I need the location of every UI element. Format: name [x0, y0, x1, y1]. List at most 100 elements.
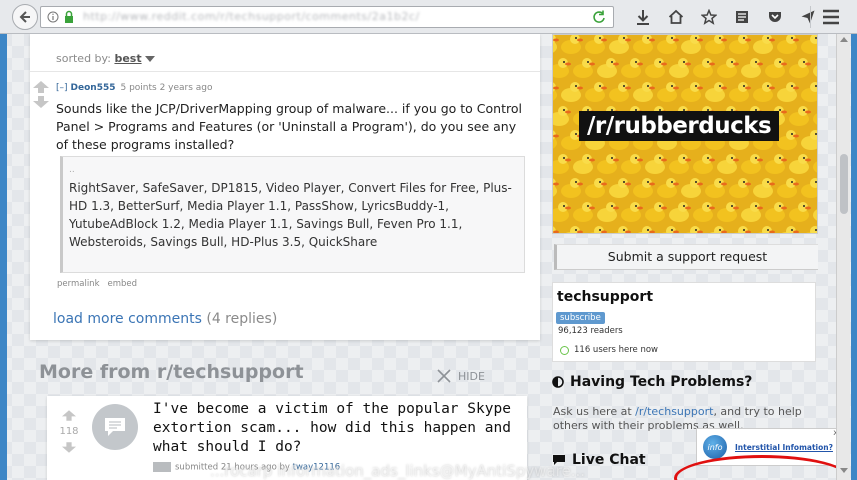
- duck-beak: [781, 62, 787, 66]
- duck-beak: [613, 206, 619, 210]
- duck-beak: [553, 182, 559, 186]
- duck-eye: [695, 85, 697, 87]
- reload-icon[interactable]: [591, 9, 607, 25]
- duck-eye: [719, 85, 721, 87]
- divider: [30, 71, 540, 72]
- upvote-icon[interactable]: [33, 81, 49, 93]
- duck-eye: [767, 229, 769, 231]
- post-score: 118: [59, 426, 79, 437]
- comments-card: sorted by: best [–] Deon555 5 points 2 yea…: [30, 34, 540, 340]
- duck-eye: [611, 157, 613, 159]
- duck-eye: [587, 205, 589, 207]
- duck-beak: [733, 206, 739, 210]
- chat-bubble-icon: [553, 455, 565, 465]
- duck-eye: [563, 61, 565, 63]
- sort-value[interactable]: best: [114, 52, 141, 65]
- duck-eye: [755, 61, 757, 63]
- quote-mark: ..: [69, 165, 75, 175]
- chevron-down-icon[interactable]: [144, 56, 155, 62]
- embed-link[interactable]: embed: [108, 279, 138, 289]
- duck-eye: [731, 157, 733, 159]
- post-title[interactable]: I've become a victim of the popular Skyp…: [153, 400, 523, 457]
- online-count: 116 users here now: [560, 345, 658, 355]
- duck-beak: [817, 231, 818, 234]
- duck-eye: [767, 85, 769, 87]
- home-icon[interactable]: [659, 8, 692, 26]
- duck-beak: [805, 62, 811, 66]
- downvote-icon[interactable]: [62, 442, 76, 453]
- load-more-comments[interactable]: load more comments (4 replies): [53, 311, 277, 327]
- techsupport-link[interactable]: /r/techsupport: [635, 405, 713, 418]
- scroll-thumb[interactable]: [840, 154, 848, 214]
- downvote-icon[interactable]: [33, 96, 49, 108]
- duck-eye: [803, 205, 805, 207]
- duck-beak: [769, 230, 775, 233]
- subscribe-button[interactable]: subscribe: [556, 312, 605, 324]
- duck-beak: [673, 182, 679, 186]
- load-more-link[interactable]: load more comments: [53, 311, 202, 327]
- duck-beak: [793, 134, 799, 138]
- sidebar: /r/rubberducks Submit a support request …: [549, 34, 823, 480]
- duck-eye: [563, 157, 565, 159]
- subreddit-name: techsupport: [557, 289, 654, 305]
- hide-button[interactable]: HIDE: [436, 368, 485, 384]
- live-chat-heading: Live Chat: [552, 452, 646, 468]
- duck-beak: [553, 86, 559, 90]
- duck-eye: [767, 37, 769, 39]
- tech-problems-heading: Having Tech Problems?: [552, 374, 752, 390]
- duck-beak: [553, 134, 559, 138]
- tech-problems-title: Having Tech Problems?: [570, 374, 753, 390]
- duck-eye: [563, 109, 565, 111]
- bookmark-star-icon[interactable]: [692, 8, 725, 26]
- scroll-up-icon[interactable]: [840, 37, 848, 42]
- duck-eye: [707, 157, 709, 159]
- download-icon[interactable]: [626, 8, 659, 26]
- duck-eye: [815, 85, 817, 87]
- scrollbar[interactable]: [836, 34, 850, 480]
- subreddit-banner[interactable]: /r/rubberducks: [552, 34, 818, 234]
- duck-beak: [793, 86, 799, 90]
- close-icon[interactable]: [436, 368, 452, 384]
- duck-eye: [623, 181, 625, 183]
- scroll-down-icon[interactable]: [840, 468, 848, 473]
- lock-icon[interactable]: [63, 10, 75, 24]
- sort-control[interactable]: sorted by: best: [56, 52, 155, 65]
- ad-link[interactable]: Interstitial Infomation?: [735, 443, 833, 452]
- live-chat-title: Live Chat: [572, 452, 646, 468]
- duck-beak: [721, 182, 727, 186]
- duck-beak: [793, 182, 799, 186]
- duck-beak: [721, 230, 727, 233]
- duck-beak: [781, 206, 787, 210]
- permalink-link[interactable]: permalink: [57, 279, 100, 289]
- comment-bubble-icon: [105, 418, 125, 436]
- comment-votes: [33, 81, 49, 108]
- duck-beak: [637, 158, 643, 162]
- duck-beak: [565, 206, 571, 210]
- menu-icon[interactable]: [820, 8, 842, 26]
- info-icon[interactable]: [47, 10, 59, 24]
- reader-icon[interactable]: [725, 8, 758, 26]
- collapse-toggle[interactable]: [–]: [56, 83, 68, 93]
- url-bar[interactable]: http://www.reddit.com/r/techsupport/comm…: [40, 6, 614, 28]
- duck-eye: [587, 61, 589, 63]
- back-button[interactable]: [12, 4, 38, 30]
- page-content: sorted by: best [–] Deon555 5 points 2 yea…: [0, 34, 857, 480]
- post-thumbnail[interactable]: [92, 404, 138, 450]
- duck-eye: [803, 109, 805, 111]
- duck-eye: [623, 37, 625, 39]
- duck-eye: [611, 61, 613, 63]
- comment-author[interactable]: Deon555: [71, 83, 116, 93]
- duck-eye: [671, 85, 673, 87]
- duck-eye: [659, 205, 661, 207]
- duck-eye: [815, 181, 817, 183]
- duck-eye: [791, 37, 793, 39]
- duck-beak: [673, 230, 679, 233]
- submit-support-request-button[interactable]: Submit a support request: [554, 244, 818, 270]
- duck-beak: [601, 86, 607, 90]
- duck-eye: [587, 157, 589, 159]
- upvote-icon[interactable]: [62, 410, 76, 421]
- pocket-icon[interactable]: [758, 8, 791, 26]
- duck-eye: [671, 37, 673, 39]
- duck-beak: [613, 158, 619, 162]
- duck-beak: [733, 158, 739, 162]
